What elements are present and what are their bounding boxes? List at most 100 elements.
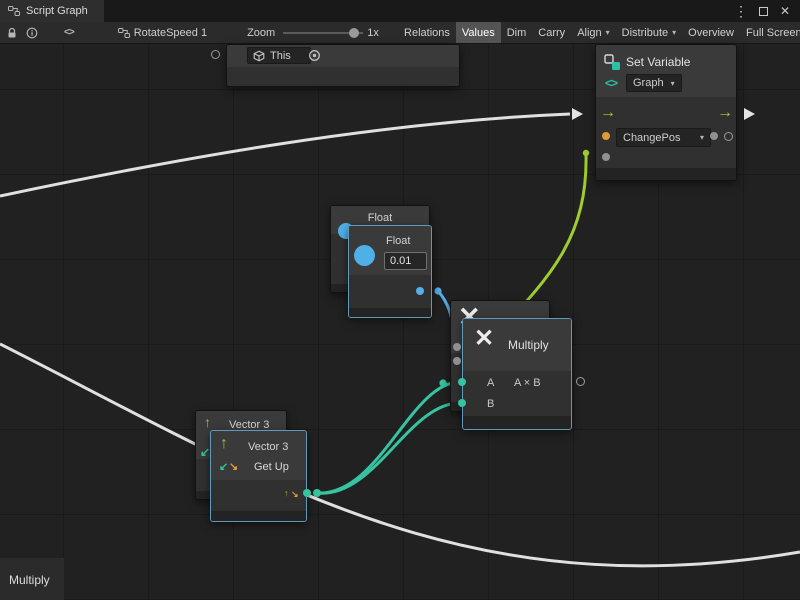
carry-button[interactable]: Carry [532,22,571,44]
down-left-arrow-icon: ↙ [200,445,210,459]
align-label: Align [577,27,601,39]
node-this[interactable]: This [226,44,460,87]
maximize-glyph [759,7,768,16]
up-arrow-icon: ↑ [220,435,228,453]
port-float-output[interactable] [416,287,424,295]
multiply-title: Multiply [508,338,549,352]
port-setvar-out[interactable] [710,132,718,140]
this-label: This [270,50,291,62]
port-this-input-ring[interactable] [211,50,220,59]
zoom-value: 1x [367,27,379,39]
full-screen-button[interactable]: Full Screen [740,22,800,44]
wire-teal-a[interactable] [317,382,460,493]
script-graph-icon [8,5,20,17]
caret-down-icon: ▾ [672,28,676,37]
port-multiply-b[interactable] [458,399,466,407]
flow-in-arrow-icon: → [600,105,616,121]
port-multiply-back-b[interactable] [453,357,461,365]
wire-cap-teal-a[interactable] [439,379,446,386]
lock-icon[interactable] [6,22,18,44]
values-label: Values [462,27,495,39]
caret-down-icon: ▾ [606,28,610,37]
toolbar-button-group: Relations Values Dim Carry Align ▾ Distri… [398,22,800,44]
caret-down-icon: ▾ [700,133,704,142]
wire-flow-in[interactable] [0,114,570,196]
vector3-out-icon-up: ↑ [284,488,289,498]
overview-label: Overview [688,27,734,39]
carry-label: Carry [538,27,565,39]
cube-icon [253,50,265,62]
set-variable-icon [604,54,621,71]
full-screen-label: Full Screen [746,27,800,39]
distribute-dropdown[interactable]: Distribute ▾ [616,22,682,44]
values-button[interactable]: Values [456,22,501,44]
port-setvar-value-in[interactable] [602,153,610,161]
set-variable-title: Set Variable [626,55,690,69]
zoom-label: Zoom [247,27,275,39]
up-arrow-icon: ↑ [204,414,211,430]
object-picker-icon[interactable] [308,49,321,62]
kebab-menu-icon[interactable]: ⋮ [733,3,749,19]
node-multiply[interactable]: ✕ Multiply A A × B B [462,318,572,430]
wire-teal-b[interactable] [317,403,460,493]
node-vector3-get-up[interactable]: ↑ Vector 3 ↙ ↘ Get Up ↑ ↘ [210,430,307,522]
wire-flow-bottom[interactable] [0,344,800,566]
distribute-label: Distribute [622,27,668,39]
port-getup-output[interactable] [303,489,311,497]
wire-cap-blue[interactable] [434,287,441,294]
multiply-result-label: A × B [514,377,541,389]
float-title: Float [386,235,410,247]
tab-title: Script Graph [26,5,88,17]
down-left-arrow-icon: ↙ [219,460,228,473]
vector3-title: Vector 3 [248,441,288,453]
float-value-input[interactable]: 0.01 [384,252,427,270]
tab-script-graph[interactable]: Script Graph [0,0,104,22]
flow-in-triangle[interactable] [572,108,583,120]
variable-name-label: ChangePos [623,132,681,144]
port-variable-name[interactable] [602,132,610,140]
script-graph-window: Script Graph ⋮ ✕ <> [0,0,800,600]
node-set-variable[interactable]: Set Variable <> Graph ▾ → → ChangePos ▾ [595,44,737,181]
graph-type-icon: <> [605,76,617,90]
graph-ref-icon [118,27,130,39]
port-multiply-result-ring[interactable] [576,377,585,386]
relations-button[interactable]: Relations [398,22,456,44]
float-type-icon [354,245,375,266]
down-right-arrow-icon: ↘ [229,460,238,473]
multiply-port-b-label: B [487,398,494,410]
tab-bar: Script Graph ⋮ ✕ [0,0,800,22]
port-setvar-out-ring[interactable] [724,132,733,141]
graph-reference-button[interactable]: RotateSpeed 1 [112,22,213,44]
this-object-field[interactable]: This [247,47,311,64]
float-value: 0.01 [390,255,411,267]
get-up-label: Get Up [254,461,289,473]
zoom-slider-handle[interactable] [349,28,359,38]
multiply-footer [463,416,571,429]
node-float[interactable]: Float 0.01 [348,225,432,318]
close-icon[interactable]: ✕ [777,3,793,19]
set-variable-footer [596,168,736,180]
port-multiply-back-a[interactable] [453,343,461,351]
flow-out-triangle[interactable] [744,108,755,120]
wire-cap-teal-out[interactable] [313,489,321,497]
dim-button[interactable]: Dim [501,22,533,44]
code-icon[interactable]: <> [64,22,74,44]
graph-reference-label: RotateSpeed 1 [134,27,207,39]
scope-dropdown[interactable]: Graph ▾ [626,74,682,92]
overview-button[interactable]: Overview [682,22,740,44]
maximize-icon[interactable] [755,3,771,19]
zoom-slider[interactable] [283,22,363,44]
flow-out-arrow-icon: → [717,105,733,121]
port-multiply-a[interactable] [458,378,466,386]
graph-breadcrumb[interactable]: Multiply [0,558,64,600]
vector3-footer [211,511,306,521]
info-icon[interactable] [26,22,38,44]
dim-label: Dim [507,27,527,39]
align-dropdown[interactable]: Align ▾ [571,22,615,44]
multiply-port-a-label: A [487,377,494,389]
caret-down-icon: ▾ [671,79,675,88]
variable-name-dropdown[interactable]: ChangePos ▾ [616,128,711,147]
relations-label: Relations [404,27,450,39]
vector3-out-icon-diag: ↘ [291,489,299,500]
wire-cap-lime[interactable] [583,150,589,156]
